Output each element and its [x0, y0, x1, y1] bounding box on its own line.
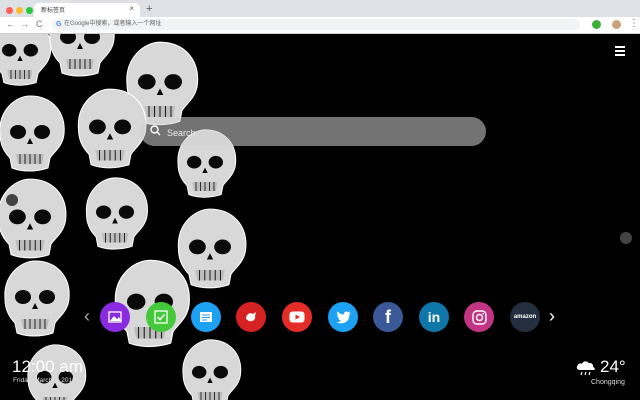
address-bar[interactable]: G 在Google中搜索，或者输入一个网址 — [52, 19, 580, 30]
shortcuts-next-arrow[interactable]: › — [549, 305, 555, 327]
shortcut-news[interactable] — [191, 302, 221, 332]
shortcut-amazon[interactable]: amazon — [510, 302, 540, 332]
browser-menu-button[interactable]: ⋮ — [629, 18, 639, 30]
forward-button[interactable]: → — [20, 19, 29, 30]
news-icon — [200, 312, 212, 322]
extension-icon[interactable] — [592, 20, 601, 29]
maximize-window-button[interactable] — [26, 7, 33, 14]
facebook-icon: f — [385, 306, 391, 327]
search-icon — [150, 125, 161, 136]
shortcut-gallery[interactable] — [100, 302, 130, 332]
shortcut-youtube[interactable] — [282, 302, 312, 332]
left-side-button[interactable] — [6, 194, 18, 206]
shortcut-linkedin[interactable]: in — [419, 302, 449, 332]
game-icon — [246, 312, 256, 322]
reload-button[interactable]: C — [36, 19, 43, 30]
cloud-rain-icon — [576, 361, 595, 376]
clock-time: 12:00 am — [12, 357, 83, 376]
shortcut-tasks[interactable] — [146, 302, 176, 332]
linkedin-icon: in — [427, 309, 441, 325]
browser-toolbar: ← → C G 在Google中搜索，或者输入一个网址 ⋮ — [0, 17, 640, 34]
shortcut-instagram[interactable] — [464, 302, 494, 332]
shortcut-facebook[interactable]: f — [373, 302, 403, 332]
new-tab-page: ‹ f in — [0, 34, 640, 400]
skull-background-image — [0, 34, 247, 400]
tab-new-tab[interactable]: 新标签页 × — [34, 3, 140, 17]
clock-date: Friday, March 8, 2019 — [13, 377, 76, 384]
google-icon: G — [56, 21, 62, 28]
search-input[interactable] — [165, 122, 469, 143]
weather-city: Chongqing — [591, 379, 625, 386]
checklist-icon — [154, 310, 168, 324]
tab-title: 新标签页 — [41, 8, 66, 14]
right-side-button[interactable] — [620, 232, 632, 244]
youtube-icon — [289, 311, 305, 323]
address-bar-placeholder: 在Google中搜索，或者输入一个网址 — [64, 21, 162, 27]
close-window-button[interactable] — [6, 7, 13, 14]
amazon-icon: amazon — [513, 314, 537, 320]
weather-temperature: 24° — [600, 357, 626, 376]
shortcut-game[interactable] — [236, 302, 266, 332]
new-tab-button[interactable]: + — [146, 3, 152, 15]
shortcuts-prev-arrow[interactable]: ‹ — [84, 305, 90, 327]
profile-avatar[interactable] — [612, 20, 621, 29]
search-bar[interactable] — [140, 117, 486, 146]
tab-close-icon[interactable]: × — [129, 4, 134, 14]
browser-chrome: 新标签页 × + ← → C G 在Google中搜索，或者输入一个网址 ⋮ — [0, 0, 640, 34]
minimize-window-button[interactable] — [16, 7, 23, 14]
back-button[interactable]: ← — [6, 19, 15, 30]
twitter-icon — [335, 310, 350, 323]
menu-icon[interactable] — [615, 46, 625, 58]
shortcut-twitter[interactable] — [328, 302, 358, 332]
image-icon — [108, 311, 122, 323]
instagram-icon — [471, 309, 487, 325]
